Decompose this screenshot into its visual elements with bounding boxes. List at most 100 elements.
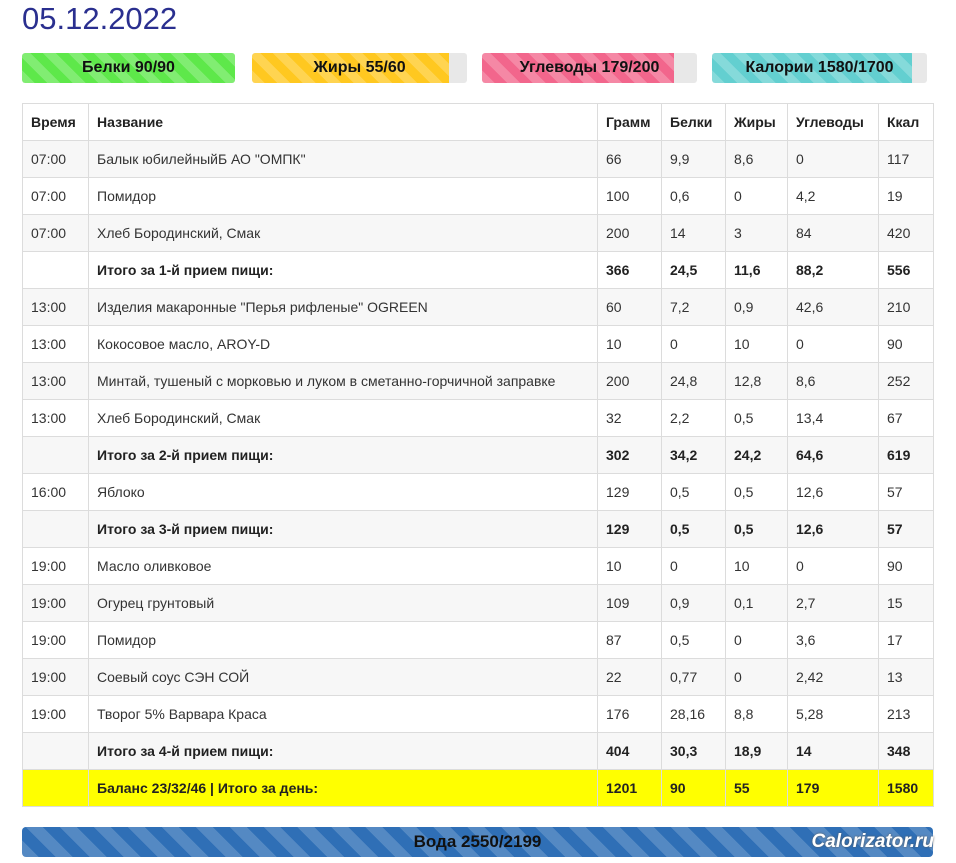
cell-fat: 0 <box>725 177 788 215</box>
table-row: 13:00 Изделия макаронные "Перья рифленые"… <box>22 288 934 326</box>
cell-time: 13:00 <box>22 399 89 437</box>
table-row: 19:00 Творог 5% Варвара Краса 176 28,16 8,8 5… <box>22 695 934 733</box>
cell-fat: 0,9 <box>725 288 788 326</box>
header-kcal: Ккал <box>878 103 934 141</box>
cell-kcal: 19 <box>878 177 934 215</box>
cell-protein: 0,5 <box>661 510 726 548</box>
cell-time <box>22 251 89 289</box>
cell-fat: 0,5 <box>725 473 788 511</box>
cell-protein: 9,9 <box>661 140 726 178</box>
diary-date: 05.12.2022 <box>22 1 178 36</box>
cell-name: Кокосовое масло, AROY-D <box>88 325 598 363</box>
cell-carbs: 13,4 <box>787 399 879 437</box>
table-row: 19:00 Соевый соус СЭН СОЙ 22 0,77 0 2,42 13 <box>22 658 934 696</box>
cell-fat: 0 <box>725 658 788 696</box>
cell-fat: 8,8 <box>725 695 788 733</box>
cell-grams: 100 <box>597 177 662 215</box>
cell-time: 07:00 <box>22 140 89 178</box>
cell-fat: 18,9 <box>725 732 788 770</box>
cell-fat: 10 <box>725 325 788 363</box>
cell-kcal: 90 <box>878 325 934 363</box>
header-time: Время <box>22 103 89 141</box>
cell-name: Балык юбилейныйБ АО "ОМПК" <box>88 140 598 178</box>
cell-carbs: 179 <box>787 769 879 807</box>
cell-kcal: 210 <box>878 288 934 326</box>
header-protein: Белки <box>661 103 726 141</box>
header-grams: Грамм <box>597 103 662 141</box>
cell-kcal: 117 <box>878 140 934 178</box>
cell-protein: 14 <box>661 214 726 252</box>
cell-name: Яблоко <box>88 473 598 511</box>
cell-time: 19:00 <box>22 584 89 622</box>
cell-protein: 2,2 <box>661 399 726 437</box>
kcal-progress-bar: Калории 1580/1700 <box>712 53 927 83</box>
cell-carbs: 12,6 <box>787 510 879 548</box>
table-row: 13:00 Кокосовое масло, AROY-D 10 0 10 0 90 <box>22 325 934 363</box>
cell-protein: 90 <box>661 769 726 807</box>
cell-protein: 0,9 <box>661 584 726 622</box>
table-row: 19:00 Масло оливковое 10 0 10 0 90 <box>22 547 934 585</box>
cell-kcal: 67 <box>878 399 934 437</box>
cell-kcal: 1580 <box>878 769 934 807</box>
cell-name: Итого за 4-й прием пищи: <box>88 732 598 770</box>
cell-time: 13:00 <box>22 362 89 400</box>
carb-progress-bar: Углеводы 179/200 <box>482 53 697 83</box>
water-progress-label: Вода 2550/2199 <box>413 832 542 851</box>
table-row: 19:00 Помидор 87 0,5 0 3,6 17 <box>22 621 934 659</box>
cell-time: 16:00 <box>22 473 89 511</box>
header-fat: Жиры <box>725 103 788 141</box>
cell-protein: 24,8 <box>661 362 726 400</box>
cell-protein: 0 <box>661 547 726 585</box>
cell-grams: 66 <box>597 140 662 178</box>
cell-carbs: 5,28 <box>787 695 879 733</box>
cell-grams: 129 <box>597 473 662 511</box>
cell-grams: 200 <box>597 214 662 252</box>
cell-name: Творог 5% Варвара Краса <box>88 695 598 733</box>
cell-kcal: 57 <box>878 510 934 548</box>
cell-fat: 8,6 <box>725 140 788 178</box>
cell-fat: 12,8 <box>725 362 788 400</box>
cell-grams: 176 <box>597 695 662 733</box>
cell-kcal: 15 <box>878 584 934 622</box>
cell-kcal: 252 <box>878 362 934 400</box>
cell-protein: 30,3 <box>661 732 726 770</box>
cell-name: Хлеб Бородинский, Смак <box>88 399 598 437</box>
cell-grams: 22 <box>597 658 662 696</box>
cell-carbs: 0 <box>787 325 879 363</box>
meal-total-row: Итого за 4-й прием пищи: 404 30,3 18,9 14 348 <box>22 732 934 770</box>
cell-time: 19:00 <box>22 695 89 733</box>
cell-grams: 10 <box>597 547 662 585</box>
cell-name: Помидор <box>88 621 598 659</box>
cell-carbs: 14 <box>787 732 879 770</box>
meal-total-row: Итого за 2-й прием пищи: 302 34,2 24,2 64,6 6… <box>22 436 934 474</box>
cell-carbs: 64,6 <box>787 436 879 474</box>
fat-progress-bar: Жиры 55/60 <box>252 53 467 83</box>
cell-time: 19:00 <box>22 547 89 585</box>
cell-name: Итого за 2-й прием пищи: <box>88 436 598 474</box>
cell-kcal: 556 <box>878 251 934 289</box>
cell-fat: 24,2 <box>725 436 788 474</box>
table-row: 16:00 Яблоко 129 0,5 0,5 12,6 57 <box>22 473 934 511</box>
cell-grams: 129 <box>597 510 662 548</box>
cell-kcal: 13 <box>878 658 934 696</box>
table-row: 07:00 Хлеб Бородинский, Смак 200 14 3 84 420 <box>22 214 934 252</box>
cell-fat: 11,6 <box>725 251 788 289</box>
cell-kcal: 420 <box>878 214 934 252</box>
cell-carbs: 4,2 <box>787 177 879 215</box>
cell-fat: 55 <box>725 769 788 807</box>
cell-grams: 87 <box>597 621 662 659</box>
cell-time: 19:00 <box>22 658 89 696</box>
cell-carbs: 84 <box>787 214 879 252</box>
site-watermark: Calorizator.ru <box>811 831 934 852</box>
cell-grams: 10 <box>597 325 662 363</box>
carb-progress-label: Углеводы 179/200 <box>519 59 660 76</box>
table-row: 07:00 Балык юбилейныйБ АО "ОМПК" 66 9,9 8,6 0… <box>22 140 934 178</box>
cell-name: Минтай, тушеный с морковью и луком в сме… <box>88 362 598 400</box>
cell-grams: 302 <box>597 436 662 474</box>
meal-total-row: Итого за 3-й прием пищи: 129 0,5 0,5 12,6 57 <box>22 510 934 548</box>
cell-kcal: 213 <box>878 695 934 733</box>
cell-fat: 0,1 <box>725 584 788 622</box>
cell-carbs: 3,6 <box>787 621 879 659</box>
header-name: Название <box>88 103 598 141</box>
cell-fat: 0,5 <box>725 399 788 437</box>
